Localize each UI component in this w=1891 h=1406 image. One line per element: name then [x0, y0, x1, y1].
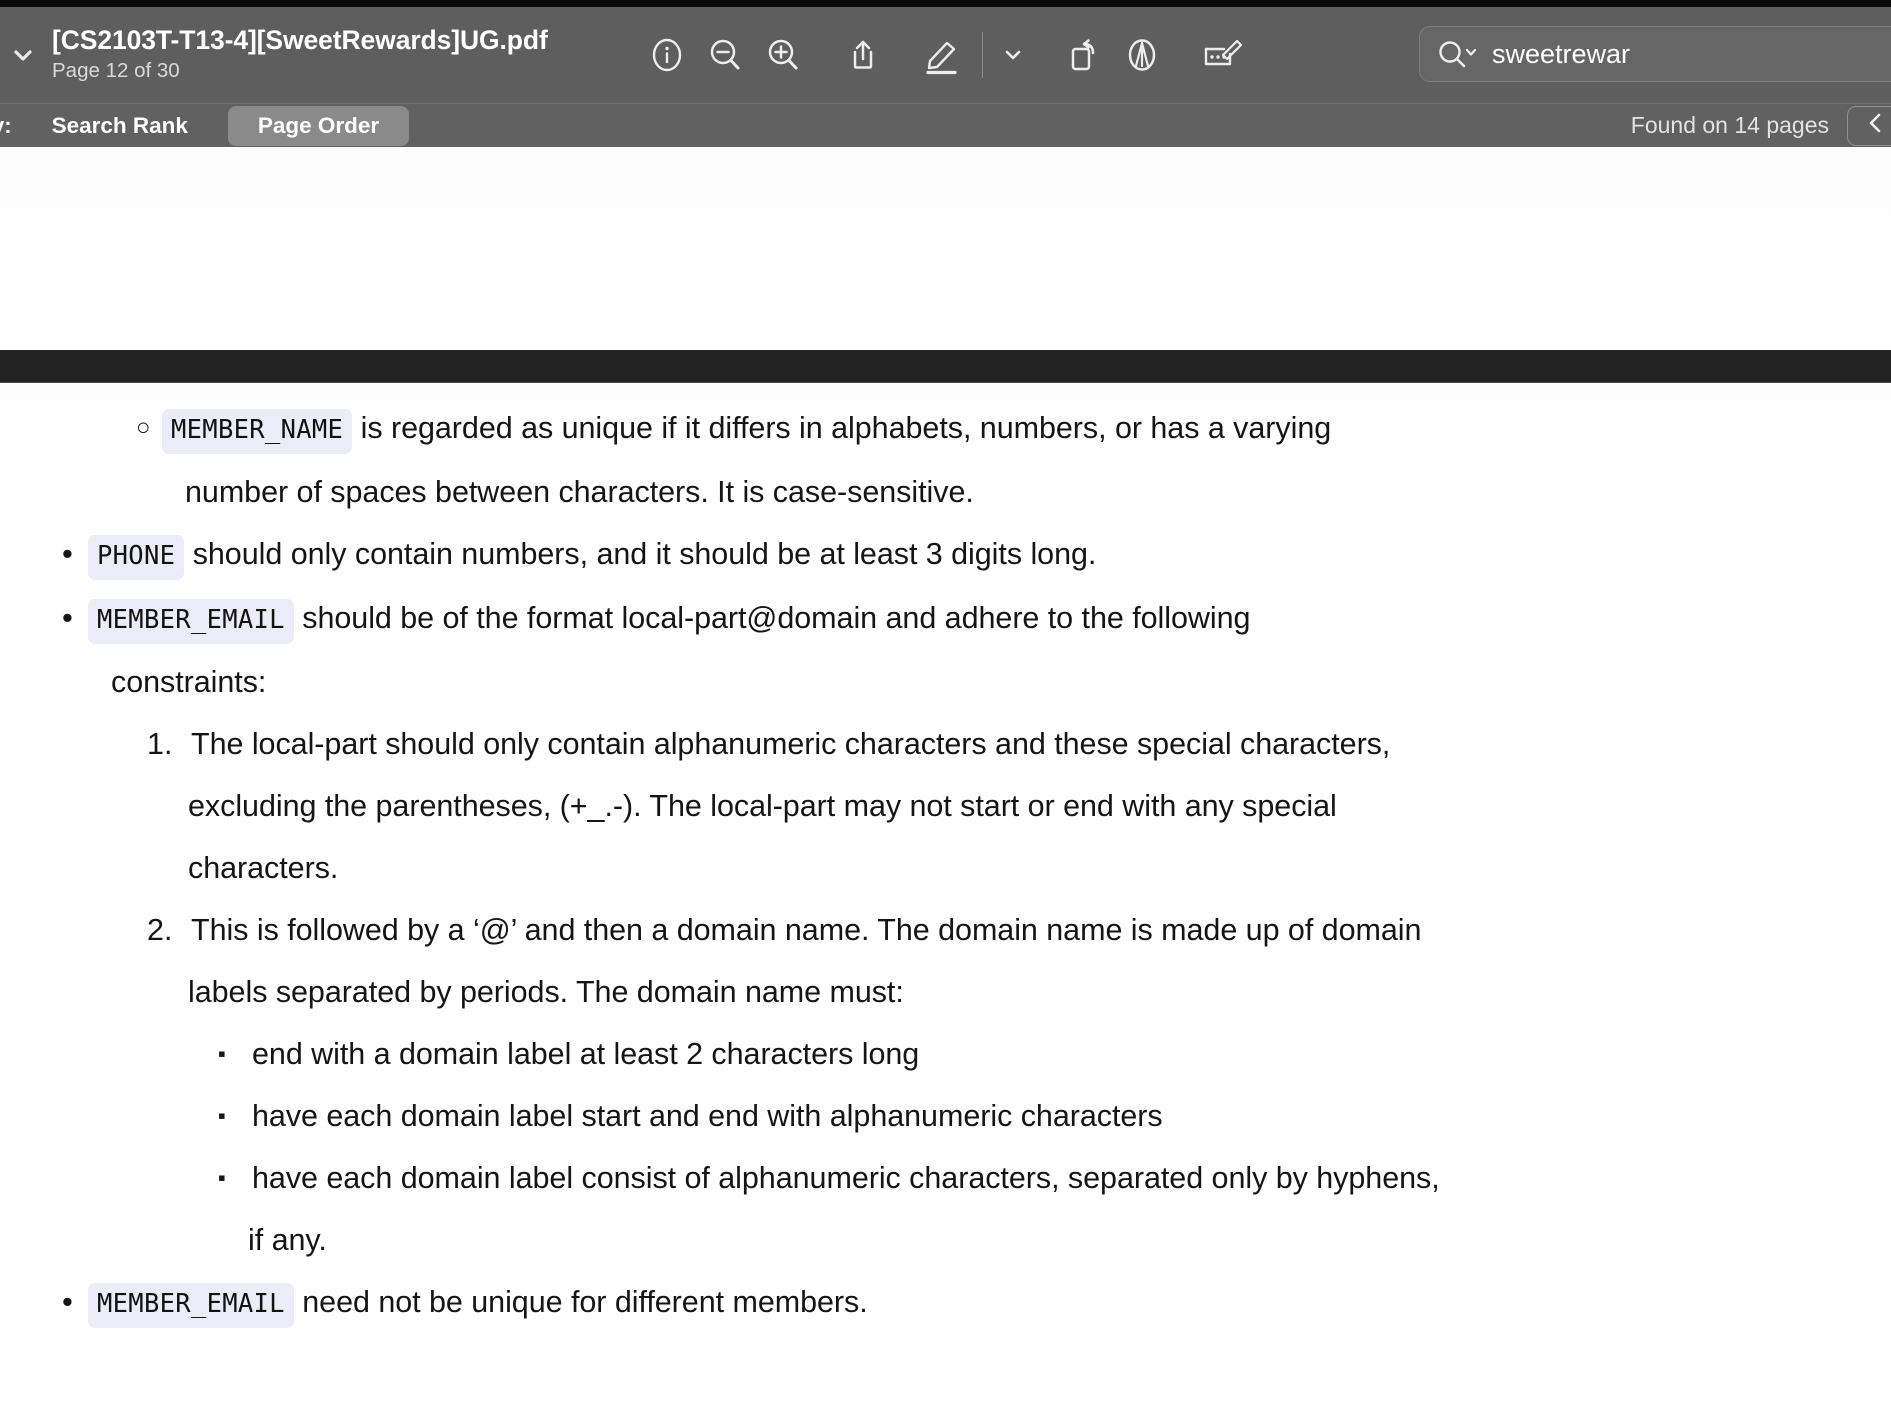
markup-highlight-icon [921, 34, 965, 76]
previous-page-bottom [0, 147, 1891, 350]
list-item: • MEMBER_EMAIL need not be unique for dif… [62, 1271, 1891, 1335]
list-marker: ▪ [218, 1041, 226, 1066]
paragraph-text: end with a domain label at least 2 chara… [252, 1037, 920, 1071]
redact-button[interactable] [1193, 27, 1251, 83]
sort-option-page-order[interactable]: Page Order [227, 105, 410, 146]
pdf-viewer-window: [CS2103T-T13-4][SweetRewards]UG.pdf Page… [0, 0, 1891, 1406]
zoom-out-icon [705, 35, 745, 75]
list-marker: 2. [147, 913, 173, 947]
rotate-icon [1064, 35, 1104, 75]
paragraph-text: excluding the parentheses, (+_.-). The l… [188, 789, 1337, 823]
list-marker: • [62, 1284, 73, 1319]
zoom-in-button[interactable] [754, 27, 812, 83]
info-button[interactable] [638, 27, 696, 83]
inline-code: MEMBER_EMAIL [88, 599, 294, 644]
list-item-continuation: excluding the parentheses, (+_.-). The l… [188, 775, 1891, 837]
list-marker: • [62, 600, 73, 635]
search-results-bar: y: Search Rank Page Order Found on 14 pa… [0, 103, 1891, 147]
toolbar-icon-group [638, 27, 1251, 83]
paragraph-text: if any. [248, 1223, 327, 1257]
page-indicator: Page 12 of 30 [52, 59, 180, 83]
rotate-button[interactable] [1055, 27, 1113, 83]
list-item: ○ MEMBER_NAME is regarded as unique if it… [136, 397, 1891, 461]
list-marker: ▪ [218, 1103, 226, 1128]
list-item-continuation: if any. [248, 1209, 1891, 1271]
document-title: [CS2103T-T13-4][SweetRewards]UG.pdf [52, 24, 548, 55]
list-marker: ▪ [218, 1165, 226, 1190]
window-top-edge [0, 0, 1891, 7]
annotate-icon [1122, 35, 1162, 75]
paragraph-text: The local-part should only contain alpha… [191, 727, 1391, 761]
share-button[interactable] [834, 27, 892, 83]
zoom-in-icon [763, 35, 803, 75]
paragraph-text: number of spaces between characters. It … [185, 475, 974, 509]
paragraph-text: have each domain label start and end wit… [252, 1099, 1163, 1133]
list-item: 2. This is followed by a ‘@’ and then a d… [147, 899, 1891, 961]
paragraph-text: labels separated by periods. The domain … [188, 975, 904, 1009]
list-item: ▪ have each domain label start and end wi… [218, 1085, 1891, 1147]
paragraph-text: PHONE should only contain numbers, and i… [88, 523, 1891, 587]
list-marker: 1. [147, 727, 173, 761]
paragraph-text: characters. [188, 851, 339, 885]
highlight-markup-button[interactable] [914, 27, 972, 83]
list-item: 1. The local-part should only contain alp… [147, 713, 1891, 775]
paragraph-text: constraints: [111, 665, 267, 699]
results-summary: Found on 14 pages [1630, 112, 1829, 138]
markup-options-button[interactable] [993, 27, 1033, 83]
share-icon [843, 35, 883, 75]
sort-option-search-rank[interactable]: Search Rank [34, 106, 206, 146]
previous-result-button[interactable] [1847, 105, 1891, 146]
list-marker: • [62, 536, 73, 571]
inline-code: MEMBER_NAME [162, 409, 353, 454]
pdf-text-content: ○ MEMBER_NAME is regarded as unique if it… [0, 397, 1891, 1335]
annotate-button[interactable] [1113, 27, 1171, 83]
list-item: ▪ have each domain label consist of alpha… [218, 1147, 1891, 1209]
paragraph-text: MEMBER_EMAIL should be of the format loc… [88, 587, 1891, 651]
redact-icon [1199, 35, 1245, 75]
paragraph-text: This is followed by a ‘@’ and then a dom… [191, 913, 1422, 947]
sidebar-toggle-chevron-button[interactable] [2, 34, 44, 76]
page-separator [0, 350, 1891, 383]
main-toolbar: [CS2103T-T13-4][SweetRewards]UG.pdf Page… [0, 7, 1891, 103]
zoom-out-button[interactable] [696, 27, 754, 83]
list-item: ▪ end with a domain label at least 2 char… [218, 1023, 1891, 1085]
inline-code: PHONE [88, 535, 185, 580]
paragraph-text: MEMBER_NAME is regarded as unique if it … [162, 397, 1891, 461]
list-item: • PHONE should only contain numbers, and … [62, 523, 1891, 587]
list-marker: ○ [136, 414, 151, 441]
chevron-left-icon [1863, 110, 1889, 141]
search-field[interactable]: sweetrewar [1419, 26, 1891, 82]
document-title-block: [CS2103T-T13-4][SweetRewards]UG.pdf Page… [52, 26, 548, 84]
search-input[interactable]: sweetrewar [1492, 40, 1630, 68]
toolbar-divider [981, 32, 983, 78]
list-item-continuation: characters. [188, 837, 1891, 899]
inline-code: MEMBER_EMAIL [88, 1283, 294, 1328]
sort-by-label: y: [0, 112, 12, 138]
paragraph-text: MEMBER_EMAIL need not be unique for diff… [88, 1271, 1891, 1335]
list-item-continuation: labels separated by periods. The domain … [188, 961, 1891, 1023]
paragraph-text: have each domain label consist of alphan… [252, 1161, 1440, 1195]
info-icon [647, 35, 687, 75]
list-item: • MEMBER_EMAIL should be of the format lo… [62, 587, 1891, 651]
list-item-continuation: constraints: [111, 651, 1891, 713]
search-icon [1437, 39, 1481, 69]
list-item-continuation: number of spaces between characters. It … [185, 461, 1891, 523]
chevron-down-icon [8, 40, 38, 70]
document-viewport[interactable]: ○ MEMBER_NAME is regarded as unique if it… [0, 147, 1891, 1406]
markup-options-chevron-icon [1000, 42, 1026, 68]
